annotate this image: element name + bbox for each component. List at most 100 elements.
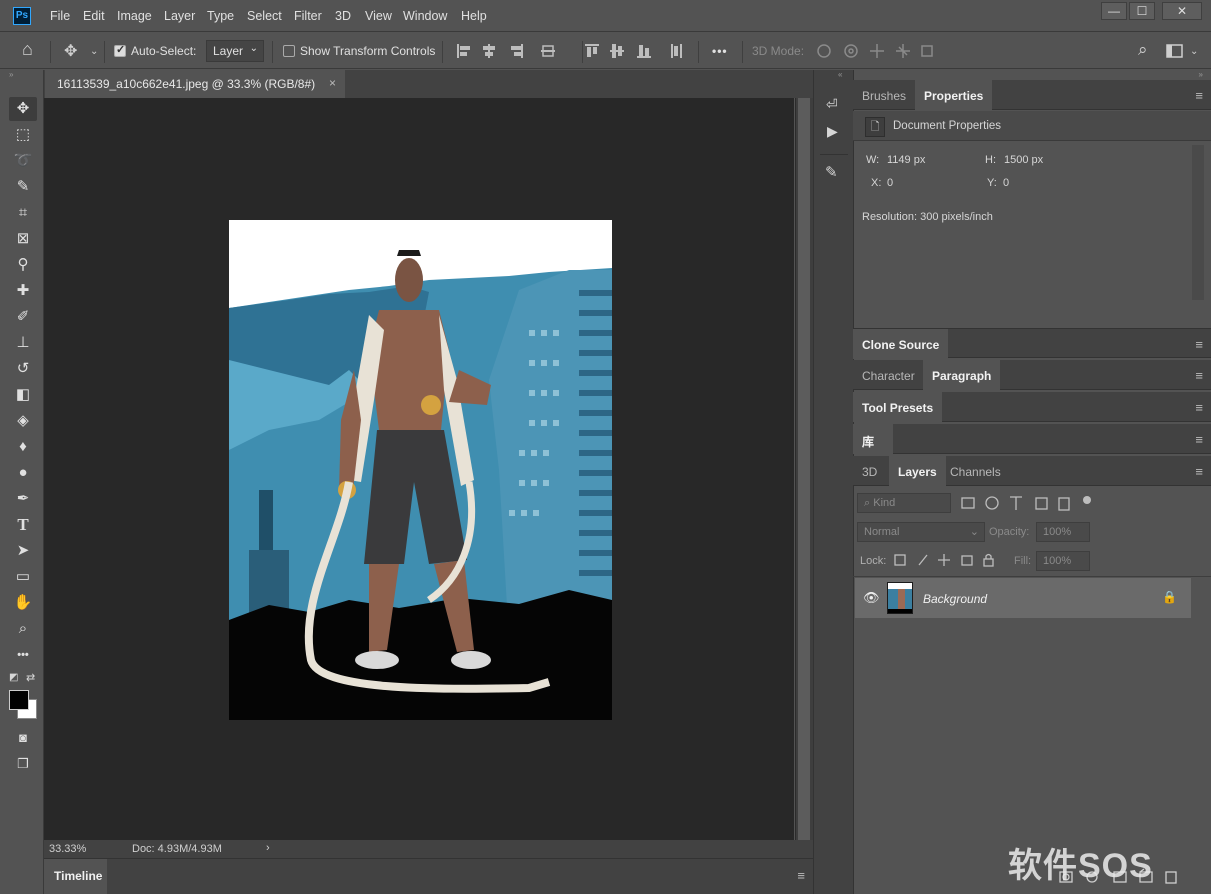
close-button[interactable]: ✕: [1162, 2, 1202, 20]
home-icon[interactable]: ⌂: [22, 39, 33, 60]
stamp-tool[interactable]: ⊥: [9, 331, 37, 355]
tab-tool-presets[interactable]: Tool Presets: [853, 392, 943, 422]
tab-clone-source[interactable]: Clone Source: [853, 329, 949, 359]
tab-layers[interactable]: Layers: [889, 456, 946, 486]
collapse-arrows-icon[interactable]: «: [838, 70, 842, 79]
menu-edit[interactable]: Edit: [83, 9, 105, 23]
document-tab[interactable]: 16113539_a10c662e41.jpeg @ 33.3% (RGB/8#…: [45, 70, 345, 98]
eyedropper-tool[interactable]: ⚲: [9, 253, 37, 277]
tab-brushes[interactable]: Brushes: [853, 80, 915, 110]
opacity-field[interactable]: 100%: [1036, 522, 1090, 542]
marquee-tool[interactable]: ⬚: [9, 123, 37, 147]
layer-dropdown[interactable]: Layer ⌄: [206, 40, 264, 62]
screen-mode-icon[interactable]: ❐: [9, 752, 37, 776]
status-menu-arrow[interactable]: ›: [266, 842, 270, 854]
opacity-value: 100%: [1043, 526, 1072, 538]
properties-tab-row: Brushes Properties ≡: [853, 80, 1211, 110]
history-brush-tool[interactable]: ↺: [9, 357, 37, 381]
hamburger-menu-icon[interactable]: ≡: [1195, 400, 1203, 415]
properties-scrollbar[interactable]: [1192, 145, 1204, 300]
hamburger-menu-icon[interactable]: ≡: [797, 868, 805, 883]
foreground-color-swatch[interactable]: [9, 690, 29, 710]
more-tools[interactable]: •••: [9, 643, 37, 667]
width-value[interactable]: 1149 px: [887, 154, 925, 166]
actions-play-icon[interactable]: ▶: [827, 123, 838, 140]
crop-tool[interactable]: ⌗: [9, 201, 37, 225]
menu-file[interactable]: File: [50, 9, 70, 23]
blend-mode-value: Normal: [864, 526, 900, 538]
y-value[interactable]: 0: [1003, 177, 1009, 189]
height-value[interactable]: 1500 px: [1004, 154, 1043, 166]
frame-tool[interactable]: ⊠: [9, 227, 37, 251]
type-tool[interactable]: T: [9, 513, 37, 537]
menu-3d[interactable]: 3D: [335, 9, 351, 23]
tab-channels[interactable]: Channels: [941, 456, 1010, 486]
zoom-level[interactable]: 33.33%: [49, 843, 86, 855]
libraries-tab-row: 库 ≡: [853, 424, 1211, 454]
lasso-tool[interactable]: ➰: [9, 149, 37, 173]
more-options-button[interactable]: •••: [712, 44, 728, 58]
hamburger-menu-icon[interactable]: ≡: [1195, 88, 1203, 103]
rectangle-tool[interactable]: ▭: [9, 565, 37, 589]
pen-tool[interactable]: ✒: [9, 487, 37, 511]
move-tool-icon[interactable]: ✥: [64, 41, 77, 61]
hamburger-menu-icon[interactable]: ≡: [1195, 464, 1203, 479]
menu-layer[interactable]: Layer: [164, 9, 195, 23]
tab-paragraph[interactable]: Paragraph: [923, 360, 1001, 390]
layer-kind-filter[interactable]: ⌕ Kind: [857, 493, 951, 513]
workspace-icon[interactable]: [1166, 44, 1186, 60]
minimize-button[interactable]: —: [1101, 2, 1127, 20]
eraser-tool[interactable]: ◧: [9, 383, 37, 407]
history-icon[interactable]: ⏎: [826, 96, 838, 113]
blend-mode-dropdown[interactable]: Normal ⌄: [857, 522, 985, 542]
menu-select[interactable]: Select: [247, 9, 282, 23]
hamburger-menu-icon[interactable]: ≡: [1195, 337, 1203, 352]
lock-icons: [894, 553, 994, 567]
close-tab-icon[interactable]: ×: [329, 76, 336, 90]
swap-colors-icon[interactable]: ⇄: [26, 671, 35, 684]
menu-view[interactable]: View: [365, 9, 392, 23]
quick-select-tool[interactable]: ✎: [9, 175, 37, 199]
search-icon[interactable]: ⌕: [1138, 40, 1148, 60]
x-value[interactable]: 0: [887, 177, 893, 189]
brush-tool[interactable]: ✐: [9, 305, 37, 329]
move-tool[interactable]: ✥: [9, 97, 37, 121]
vertical-scrollbar-thumb[interactable]: [798, 98, 810, 840]
show-transform-checkbox[interactable]: [283, 45, 295, 57]
eye-icon[interactable]: 👁: [863, 590, 880, 606]
paint-bucket-tool[interactable]: ◈: [9, 409, 37, 433]
zoom-tool[interactable]: ⌕: [9, 617, 37, 641]
chevron-down-icon[interactable]: ⌄: [1190, 46, 1198, 57]
collapse-arrows-icon[interactable]: »: [9, 70, 13, 79]
hamburger-menu-icon[interactable]: ≡: [1195, 432, 1203, 447]
tab-libraries[interactable]: 库: [853, 424, 893, 454]
expand-arrows-icon[interactable]: »: [1199, 70, 1203, 79]
menu-help[interactable]: Help: [461, 9, 487, 23]
default-colors-icon[interactable]: ◩: [9, 672, 18, 683]
tab-properties[interactable]: Properties: [915, 80, 993, 110]
layer-name[interactable]: Background: [923, 592, 987, 606]
healing-tool[interactable]: ✚: [9, 279, 37, 303]
watermark: 软件SOS: [1008, 847, 1153, 885]
auto-select-checkbox[interactable]: [114, 43, 126, 57]
blur-tool[interactable]: ♦: [9, 435, 37, 459]
quick-mask-icon[interactable]: ◙: [9, 726, 37, 750]
path-select-tool[interactable]: ➤: [9, 539, 37, 563]
maximize-button[interactable]: ☐: [1129, 2, 1155, 20]
dodge-tool[interactable]: ●: [9, 461, 37, 485]
brush-settings-icon[interactable]: ✎: [825, 163, 838, 181]
chevron-down-icon[interactable]: ⌄: [90, 46, 98, 57]
menu-window[interactable]: Window: [403, 9, 447, 23]
tab-character[interactable]: Character: [853, 360, 924, 390]
menu-type[interactable]: Type: [207, 9, 234, 23]
hand-tool[interactable]: ✋: [9, 591, 37, 615]
layer-thumbnail: [887, 582, 913, 614]
character-tab-row: Character Paragraph ≡: [853, 360, 1211, 390]
document-image[interactable]: [229, 220, 612, 720]
fill-field[interactable]: 100%: [1036, 551, 1090, 571]
tab-3d[interactable]: 3D: [853, 456, 886, 486]
hamburger-menu-icon[interactable]: ≡: [1195, 368, 1203, 383]
timeline-tab[interactable]: Timeline: [44, 859, 107, 894]
menu-filter[interactable]: Filter: [294, 9, 322, 23]
menu-image[interactable]: Image: [117, 9, 152, 23]
